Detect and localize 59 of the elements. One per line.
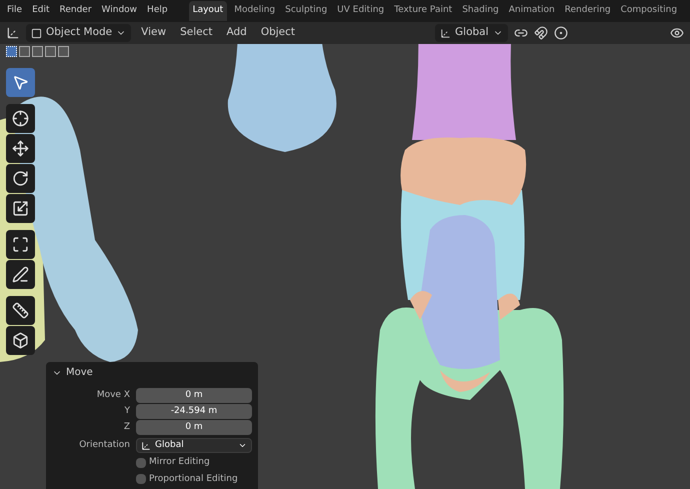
- menu-item[interactable]: File: [4, 4, 26, 18]
- panel-title: Move: [66, 366, 93, 380]
- tool-button[interactable]: [6, 164, 35, 193]
- field-label: Z: [122, 420, 130, 434]
- workspace-tab[interactable]: Shading: [459, 1, 502, 21]
- axes-icon: [141, 440, 151, 450]
- crosshair-icon: [12, 110, 29, 127]
- axes-icon: [440, 28, 452, 38]
- add-cube-icon: [12, 332, 29, 349]
- selection-mode-icon[interactable]: [58, 46, 69, 57]
- checkbox-label: Mirror Editing: [149, 456, 210, 469]
- field-label: Y: [124, 404, 130, 418]
- transform-icon: [12, 236, 29, 253]
- scale-icon: [12, 200, 29, 217]
- field-label: Orientation: [78, 438, 130, 452]
- orientation-select[interactable]: Global: [136, 438, 252, 453]
- menu-item[interactable]: Edit: [29, 4, 52, 18]
- tool-button[interactable]: [6, 296, 35, 325]
- workspace-tab[interactable]: Texture Paint: [391, 1, 456, 21]
- tool-button[interactable]: [6, 230, 35, 259]
- workspace-tab[interactable]: UV Editing: [334, 1, 388, 21]
- checkbox[interactable]: [136, 458, 146, 468]
- mode-dropdown[interactable]: Object Mode: [26, 24, 132, 42]
- workspace-tab[interactable]: Compositing: [618, 1, 680, 21]
- workspace-tab[interactable]: Sculpting: [282, 1, 330, 21]
- select-tool-icon: [12, 74, 29, 91]
- menu-item[interactable]: Render: [56, 4, 95, 18]
- menu-item[interactable]: Window: [98, 4, 140, 18]
- orientation-dropdown[interactable]: Global: [435, 24, 508, 42]
- workspace-tab[interactable]: Rendering: [562, 1, 614, 21]
- selection-mode-icon[interactable]: [32, 46, 43, 57]
- tool-button[interactable]: [6, 194, 35, 223]
- ruler-icon: [12, 302, 29, 319]
- number-field[interactable]: -24.594 m: [136, 404, 252, 419]
- checkbox[interactable]: [136, 474, 146, 484]
- selection-mode-icon[interactable]: [19, 46, 30, 57]
- tool-button[interactable]: [6, 326, 35, 355]
- visibility-icon[interactable]: [670, 26, 684, 40]
- checkbox-label: Proportional Editing: [149, 472, 238, 486]
- number-field[interactable]: 0 m: [136, 388, 252, 403]
- workspace-tab[interactable]: Animation: [506, 1, 558, 21]
- workspace-tab[interactable]: Modeling: [231, 1, 278, 21]
- rotate-icon: [12, 170, 29, 187]
- tool-button[interactable]: [6, 134, 35, 163]
- tool-button[interactable]: [6, 104, 35, 133]
- header-menu[interactable]: Object: [256, 25, 300, 41]
- menu-item[interactable]: Help: [144, 4, 171, 18]
- caret-icon: [238, 441, 247, 450]
- number-field[interactable]: 0 m: [136, 420, 252, 435]
- tool-button[interactable]: [6, 68, 35, 97]
- move-icon: [12, 140, 29, 157]
- header-menu[interactable]: View: [137, 25, 170, 41]
- tool-button[interactable]: [6, 260, 35, 289]
- workspace-tab[interactable]: Layout: [188, 1, 228, 21]
- selection-mode-icon[interactable]: [45, 46, 56, 57]
- field-label: Move X: [96, 388, 130, 402]
- pen-icon: [12, 266, 29, 283]
- header-menu[interactable]: Add: [222, 25, 251, 41]
- header-menu[interactable]: Select: [176, 25, 216, 41]
